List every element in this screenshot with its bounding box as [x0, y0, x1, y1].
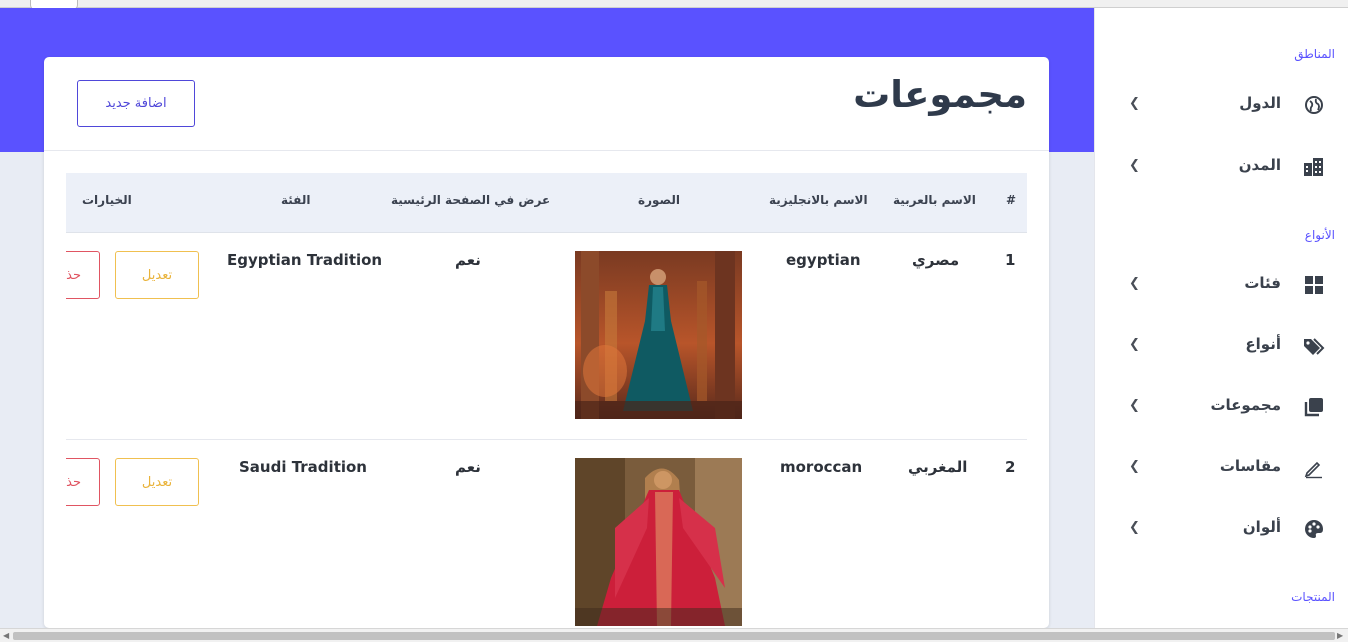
- delete-button[interactable]: حذف: [66, 458, 100, 506]
- sidebar-item-label: مجموعات: [1210, 396, 1281, 414]
- sidebar-item-label: فئات: [1244, 274, 1281, 292]
- city-icon: [1304, 158, 1323, 176]
- globe-icon: [1305, 96, 1323, 114]
- layers-icon: [1304, 398, 1323, 417]
- palette-icon: [1305, 520, 1323, 538]
- scroll-left-icon[interactable]: ◀: [3, 631, 9, 640]
- sidebar-item-types[interactable]: أنواع ❮: [1095, 327, 1348, 367]
- collection-image: [575, 251, 742, 419]
- sidebar-item-cities[interactable]: المدن ❮: [1095, 148, 1348, 188]
- edit-button[interactable]: تعديل: [115, 458, 199, 506]
- sidebar-item-categories[interactable]: فئات ❮: [1095, 266, 1348, 306]
- chevron-left-icon: ❮: [1129, 158, 1140, 173]
- section-types: الأنواع: [1304, 228, 1335, 242]
- header-image: الصورة: [638, 193, 680, 207]
- scroll-right-icon[interactable]: ▶: [1337, 631, 1343, 640]
- table-row: 2 المغربي moroccan نعم Saudi Tradition ت…: [66, 440, 1027, 628]
- sidebar-item-label: المدن: [1238, 156, 1281, 174]
- row-category: Egyptian Tradition: [227, 251, 383, 269]
- row-name-ar: المغربي: [908, 458, 968, 476]
- card-divider: [44, 150, 1049, 151]
- header-category: الفئة: [281, 193, 311, 207]
- scrollbar-thumb[interactable]: [13, 632, 1335, 640]
- collection-image: [575, 458, 742, 626]
- sidebar-item-label: الدول: [1239, 94, 1281, 112]
- edit-button[interactable]: تعديل: [115, 251, 199, 299]
- collections-card: مجموعات اضافة جديد # الاسم بالعربية الاس…: [44, 57, 1049, 628]
- table-header: # الاسم بالعربية الاسم بالانجليزية الصور…: [66, 173, 1027, 233]
- header-options: الخيارات: [82, 193, 132, 207]
- add-new-button[interactable]: اضافة جديد: [77, 80, 195, 127]
- table-row: 1 مصري egyptian نعم Egyptian Tradition ت…: [66, 233, 1027, 440]
- row-show-home: نعم: [455, 458, 481, 476]
- sidebar-item-countries[interactable]: الدول ❮: [1095, 86, 1348, 126]
- sidebar-item-label: مقاسات: [1219, 457, 1281, 475]
- sidebar-item-sizes[interactable]: مقاسات ❮: [1095, 449, 1348, 489]
- row-category: Saudi Tradition: [239, 458, 367, 476]
- header-name-en: الاسم بالانجليزية: [769, 193, 868, 207]
- section-regions: المناطق: [1294, 47, 1335, 61]
- chevron-left-icon: ❮: [1129, 337, 1140, 352]
- page-title: مجموعات: [853, 73, 1027, 116]
- chevron-left-icon: ❮: [1129, 96, 1140, 111]
- chevron-left-icon: ❮: [1129, 520, 1140, 535]
- section-products: المنتجات: [1291, 590, 1335, 604]
- row-index: 1: [1005, 251, 1016, 269]
- chevron-left-icon: ❮: [1129, 276, 1140, 291]
- chevron-left-icon: ❮: [1129, 459, 1140, 474]
- tags-icon: [1304, 338, 1325, 355]
- pencil-icon: [1304, 461, 1322, 479]
- row-name-en: egyptian: [786, 251, 861, 269]
- delete-button[interactable]: حذف: [66, 251, 100, 299]
- sidebar-item-colors[interactable]: ألوان ❮: [1095, 510, 1348, 550]
- header-show-home: عرض في الصفحة الرئيسية: [391, 193, 551, 207]
- sidebar-item-label: ألوان: [1242, 518, 1281, 536]
- row-show-home: نعم: [455, 251, 481, 269]
- row-name-en: moroccan: [780, 458, 863, 476]
- row-name-ar: مصري: [912, 251, 960, 269]
- collections-table: # الاسم بالعربية الاسم بالانجليزية الصور…: [66, 173, 1027, 628]
- header-index: #: [1006, 193, 1017, 207]
- grid-icon: [1305, 276, 1323, 294]
- horizontal-scrollbar[interactable]: ◀ ▶: [0, 628, 1348, 642]
- sidebar-item-collections[interactable]: مجموعات ❮: [1095, 388, 1348, 428]
- window-top-strip: [0, 0, 1348, 8]
- header-name-ar: الاسم بالعربية: [893, 193, 976, 207]
- sidebar: المناطق الدول ❮ المدن ❮ الأنواع فئات ❮ أ…: [1094, 8, 1348, 628]
- sidebar-item-label: أنواع: [1245, 335, 1281, 353]
- chevron-left-icon: ❮: [1129, 398, 1140, 413]
- row-index: 2: [1005, 458, 1016, 476]
